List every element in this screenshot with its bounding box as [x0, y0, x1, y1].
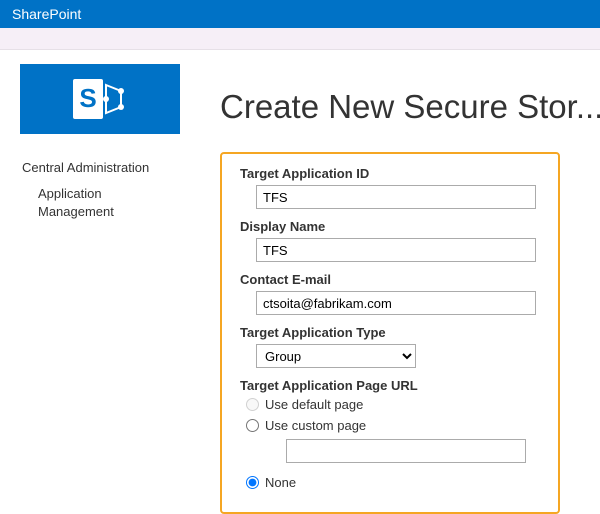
svg-text:S: S	[79, 83, 96, 113]
input-display-name[interactable]	[256, 238, 536, 262]
field-display-name: Display Name	[240, 219, 540, 262]
field-contact-email: Contact E-mail	[240, 272, 540, 315]
radio-default-page[interactable]	[246, 398, 259, 411]
form-card: Target Application ID Display Name Conta…	[220, 152, 560, 514]
nav-root: Central Administration	[22, 160, 220, 175]
brand-text: SharePoint	[12, 6, 81, 22]
sharepoint-icon: S	[73, 77, 127, 121]
radio-row-none: None	[246, 475, 540, 490]
label-display-name: Display Name	[240, 219, 540, 234]
input-target-id[interactable]	[256, 185, 536, 209]
content-area: S Central Administration Application Man…	[0, 50, 600, 514]
radio-none-label: None	[265, 475, 296, 490]
global-header: SharePoint	[0, 0, 600, 28]
radio-row-custom: Use custom page	[246, 418, 540, 433]
nav-child: Application Management	[38, 185, 158, 220]
radio-none[interactable]	[246, 476, 259, 489]
left-column: S Central Administration Application Man…	[20, 64, 220, 514]
field-target-id: Target Application ID	[240, 166, 540, 209]
field-app-type: Target Application Type Group	[240, 325, 540, 368]
radio-custom-page[interactable]	[246, 419, 259, 432]
site-logo: S	[20, 64, 180, 134]
page-title: Create New Secure Stor...	[220, 88, 600, 126]
radio-custom-label: Use custom page	[265, 418, 366, 433]
label-contact-email: Contact E-mail	[240, 272, 540, 287]
label-target-id: Target Application ID	[240, 166, 540, 181]
right-column: Create New Secure Stor... Target Applica…	[220, 64, 600, 514]
input-custom-url[interactable]	[286, 439, 526, 463]
label-page-url: Target Application Page URL	[240, 378, 540, 393]
select-app-type[interactable]: Group	[256, 344, 416, 368]
radio-row-default: Use default page	[246, 397, 540, 412]
label-app-type: Target Application Type	[240, 325, 540, 340]
nav-root-link[interactable]: Central Administration	[22, 160, 149, 175]
field-page-url: Target Application Page URL Use default …	[240, 378, 540, 490]
nav-child-link[interactable]: Application Management	[38, 186, 114, 219]
input-contact-email[interactable]	[256, 291, 536, 315]
radio-default-label: Use default page	[265, 397, 363, 412]
ribbon-bar	[0, 28, 600, 50]
